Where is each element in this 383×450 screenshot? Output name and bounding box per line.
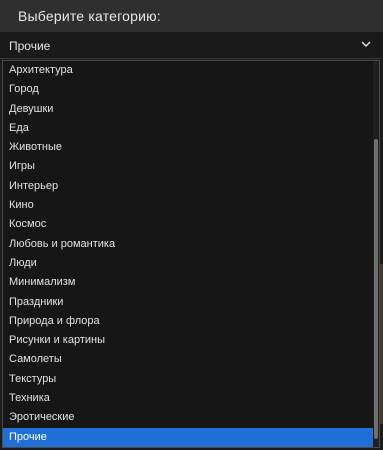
category-option[interactable]: Люди <box>3 254 373 273</box>
category-option[interactable]: Минимализм <box>3 273 373 292</box>
category-panel: Выберите категорию: Прочие Архитектура Го… <box>0 0 383 450</box>
category-option[interactable]: Космос <box>3 215 373 234</box>
category-option[interactable]: Самолеты <box>3 350 373 369</box>
category-option[interactable]: Еда <box>3 119 373 138</box>
category-select[interactable]: Прочие <box>0 32 381 59</box>
category-option[interactable]: Текстуры <box>3 370 373 389</box>
category-option[interactable]: Животные <box>3 138 373 157</box>
scrollbar-thumb[interactable] <box>374 139 378 439</box>
selected-category: Прочие <box>9 39 51 53</box>
category-option[interactable]: Город <box>3 80 373 99</box>
panel-header: Выберите категорию: <box>0 0 383 32</box>
category-prompt: Выберите категорию: <box>18 8 161 24</box>
category-option[interactable]: Природа и флора <box>3 312 373 331</box>
category-option[interactable]: Праздники <box>3 293 373 312</box>
category-option[interactable]: Эротические <box>3 408 373 427</box>
option-list: Архитектура Город Девушки Еда Животные Игры Ин… <box>3 61 373 447</box>
scrollbar[interactable] <box>373 61 379 447</box>
category-option[interactable]: Игры <box>3 157 373 176</box>
category-option[interactable]: Техника <box>3 389 373 408</box>
category-option[interactable]: Кино <box>3 196 373 215</box>
category-option[interactable]: Архитектура <box>3 61 373 80</box>
category-option[interactable]: Девушки <box>3 100 373 119</box>
category-option[interactable]: Любовь и романтика <box>3 235 373 254</box>
category-dropdown-list[interactable]: Архитектура Город Девушки Еда Животные Игры Ин… <box>2 60 380 448</box>
category-option[interactable]: Интерьер <box>3 177 373 196</box>
category-option[interactable]: Рисунки и картины <box>3 331 373 350</box>
category-option[interactable]: Прочие <box>3 427 373 447</box>
chevron-down-icon <box>361 41 371 47</box>
